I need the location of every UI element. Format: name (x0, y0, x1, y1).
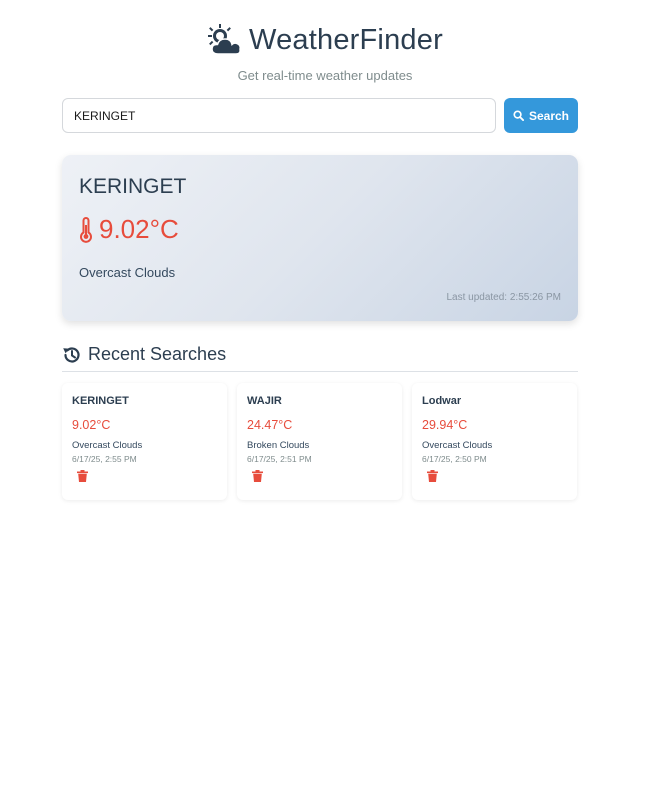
recent-searches-title: Recent Searches (88, 344, 227, 364)
history-icon (63, 347, 80, 363)
search-bar: Search (62, 98, 578, 133)
temperature-row: 9.02°C (79, 214, 561, 245)
current-weather-card: KERINGET 9.02°C Overcast Clouds Last upd… (62, 155, 578, 321)
app-header: WeatherFinder Get real-time weather upda… (0, 20, 650, 83)
weather-app: WeatherFinder Get real-time weather upda… (0, 0, 650, 800)
thermometer-icon (80, 216, 92, 243)
recent-time: 6/17/25, 2:50 PM (422, 454, 487, 464)
recent-item[interactable]: Lodwar 29.94°C Overcast Clouds 6/17/25, … (412, 383, 577, 500)
trash-icon[interactable] (427, 470, 438, 482)
current-condition: Overcast Clouds (79, 265, 176, 280)
recent-item[interactable]: WAJIR 24.47°C Broken Clouds 6/17/25, 2:5… (237, 383, 402, 500)
recent-searches-header: Recent Searches (62, 344, 578, 372)
title-row: WeatherFinder (0, 20, 650, 60)
recent-time: 6/17/25, 2:55 PM (72, 454, 137, 464)
recent-condition: Overcast Clouds (72, 440, 143, 451)
recent-condition: Broken Clouds (247, 440, 310, 451)
trash-icon[interactable] (252, 470, 263, 482)
search-input[interactable] (62, 98, 496, 133)
cloud-sun-icon (208, 24, 241, 55)
recent-condition: Overcast Clouds (422, 440, 493, 451)
recent-city: WAJIR (247, 395, 282, 407)
current-city: KERINGET (79, 175, 187, 198)
app-subtitle: Get real-time weather updates (237, 68, 413, 83)
recent-searches-list: KERINGET 9.02°C Overcast Clouds 6/17/25,… (62, 383, 578, 500)
recent-city: Lodwar (422, 395, 462, 407)
recent-city: KERINGET (72, 395, 129, 407)
search-button[interactable]: Search (504, 98, 578, 133)
current-temperature: 9.02°C (99, 214, 179, 244)
trash-icon[interactable] (77, 470, 88, 482)
recent-item[interactable]: KERINGET 9.02°C Overcast Clouds 6/17/25,… (62, 383, 227, 500)
app-title: WeatherFinder (249, 23, 443, 56)
last-updated: Last updated: 2:55:26 PM (446, 292, 561, 303)
recent-time: 6/17/25, 2:51 PM (247, 454, 312, 464)
recent-temperature: 29.94°C (422, 418, 468, 432)
search-icon (513, 110, 524, 121)
recent-temperature: 24.47°C (247, 418, 293, 432)
recent-temperature: 9.02°C (72, 418, 111, 432)
search-button-label: Search (528, 108, 570, 123)
